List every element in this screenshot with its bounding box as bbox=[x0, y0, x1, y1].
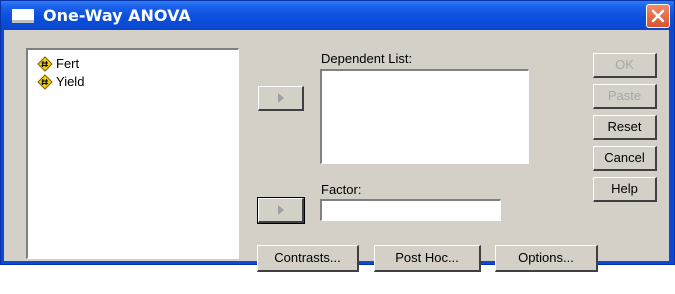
dependent-list-box[interactable] bbox=[320, 69, 529, 164]
options-button[interactable]: Options... bbox=[495, 245, 598, 272]
numeric-variable-icon bbox=[37, 74, 53, 90]
ok-button[interactable]: OK bbox=[593, 53, 657, 78]
contrasts-button[interactable]: Contrasts... bbox=[257, 245, 359, 272]
variable-name: Yield bbox=[56, 74, 85, 89]
paste-button[interactable]: Paste bbox=[593, 84, 657, 109]
move-to-dependent-button[interactable] bbox=[258, 86, 304, 111]
right-arrow-icon bbox=[278, 93, 284, 103]
close-button[interactable] bbox=[646, 4, 670, 28]
right-arrow-icon bbox=[278, 205, 284, 215]
list-item-fert[interactable]: Fert bbox=[37, 56, 79, 72]
numeric-variable-icon bbox=[37, 56, 53, 72]
dialog-title: One-Way ANOVA bbox=[43, 6, 191, 25]
dependent-list-label: Dependent List: bbox=[321, 51, 413, 66]
move-to-factor-button[interactable] bbox=[257, 197, 305, 224]
cancel-button[interactable]: Cancel bbox=[593, 146, 657, 171]
list-item-yield[interactable]: Yield bbox=[37, 74, 84, 90]
factor-label: Factor: bbox=[321, 182, 362, 197]
variable-name: Fert bbox=[56, 56, 80, 71]
help-button[interactable]: Help bbox=[593, 177, 657, 202]
reset-button[interactable]: Reset bbox=[593, 115, 657, 140]
variable-list[interactable]: Fert Yield bbox=[26, 48, 239, 259]
post-hoc-button[interactable]: Post Hoc... bbox=[374, 245, 481, 272]
title-bar[interactable]: One-Way ANOVA bbox=[1, 1, 674, 31]
window-icon bbox=[12, 9, 34, 23]
close-icon bbox=[651, 9, 665, 23]
factor-field[interactable] bbox=[320, 199, 501, 221]
